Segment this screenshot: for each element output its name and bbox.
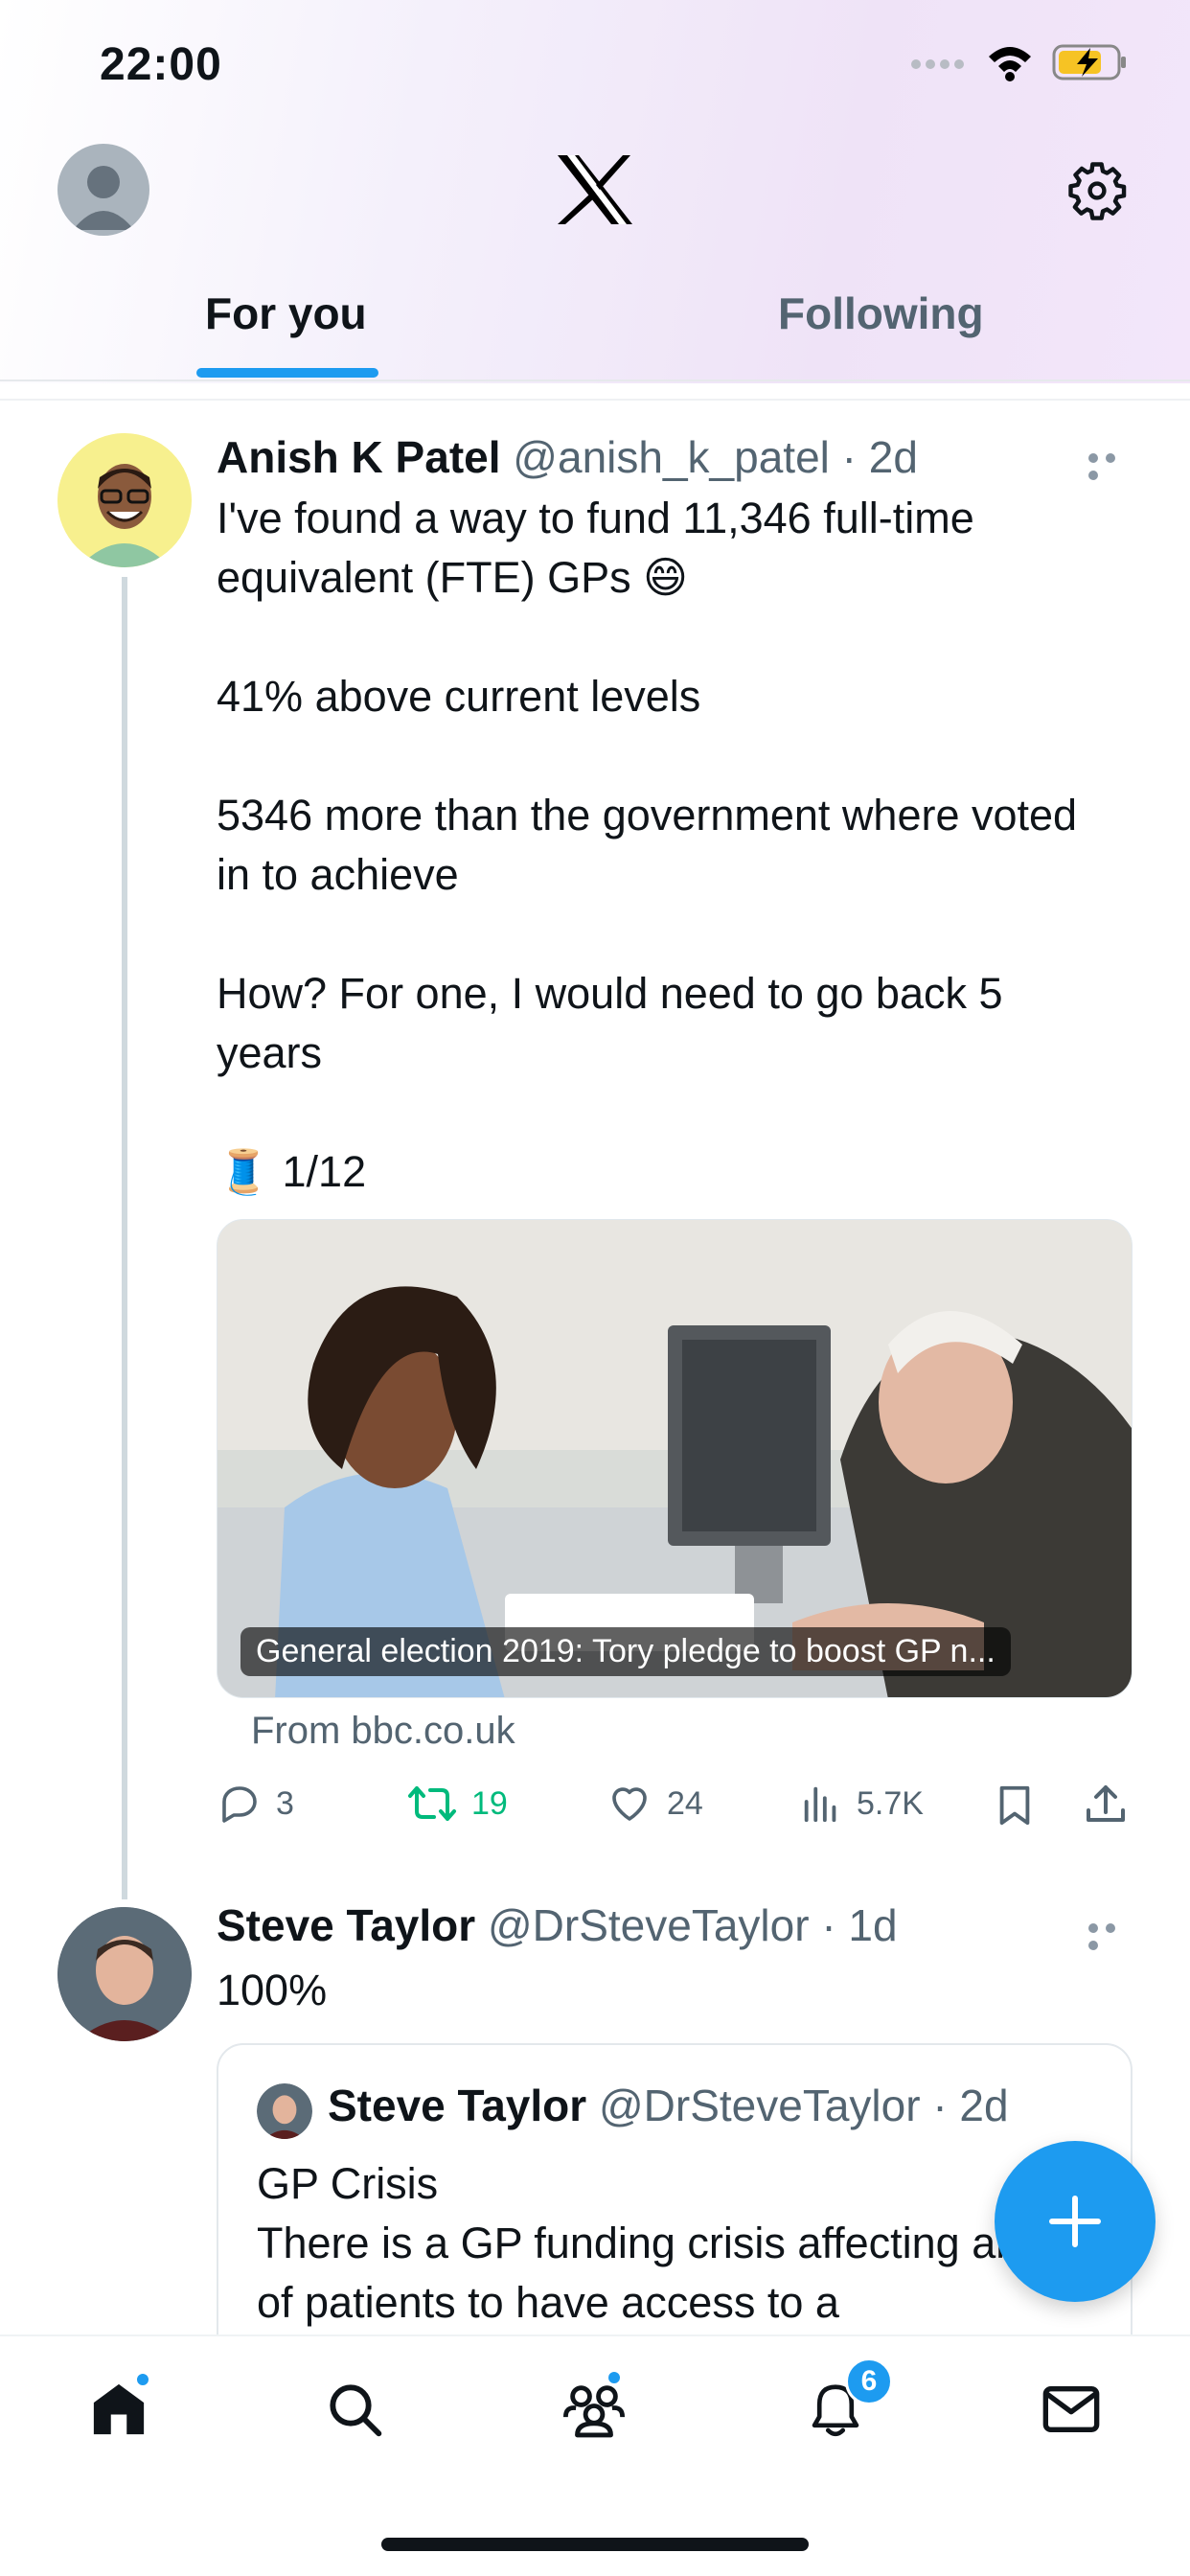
feed-divider <box>0 399 1190 401</box>
author-handle[interactable]: @anish_k_patel <box>513 432 830 482</box>
author-name[interactable]: Anish K Patel <box>217 432 501 482</box>
author-avatar[interactable] <box>57 433 192 567</box>
nav-search[interactable] <box>316 2371 393 2448</box>
nav-communities[interactable] <box>556 2369 632 2448</box>
default-avatar-icon <box>73 166 134 230</box>
more-options-icon[interactable] <box>1088 1920 1136 1950</box>
tweet-text: I've found a way to fund 11,346 full-tim… <box>217 494 1078 1196</box>
communities-icon <box>562 2385 626 2438</box>
avatar-photo-icon <box>57 433 192 567</box>
mail-icon <box>1042 2386 1100 2432</box>
avatar-photo-icon <box>57 1907 192 2041</box>
x-logo-icon[interactable] <box>556 153 634 226</box>
tweet-actions: 3 19 24 5.7K <box>217 1781 1136 1838</box>
settings-gear-icon[interactable] <box>1065 159 1129 222</box>
avatar-photo-icon <box>257 2083 312 2139</box>
tweet-text: 100% <box>217 1966 328 2014</box>
views-chart-icon <box>804 1786 836 1823</box>
compose-button[interactable] <box>995 2141 1156 2302</box>
bookmark-icon <box>999 1785 1030 1826</box>
communities-notification-dot <box>606 2369 623 2386</box>
nav-messages[interactable] <box>1033 2371 1110 2448</box>
status-icons <box>910 42 1129 82</box>
header-divider <box>0 380 1190 381</box>
tweet-timestamp: · 1d <box>821 1900 898 1950</box>
tweet-header: Steve Taylor @DrSteveTaylor · 1d <box>217 1899 898 1951</box>
like-button[interactable]: 24 <box>606 1781 703 1827</box>
heart-icon <box>612 1787 647 1821</box>
author-handle[interactable]: @DrSteveTaylor <box>488 1900 810 1950</box>
search-icon <box>330 2384 382 2437</box>
cellular-signal-icon <box>911 59 964 69</box>
like-count: 24 <box>667 1784 703 1822</box>
bookmark-button[interactable] <box>993 1781 1037 1828</box>
tweet-timestamp: · 2d <box>841 432 918 482</box>
battery-charging-icon <box>1052 44 1126 80</box>
reply-icon <box>222 1786 257 1823</box>
quoted-tweet-header: Steve Taylor @DrSteveTaylor · 2d <box>328 2080 1009 2131</box>
nav-home[interactable] <box>80 2371 157 2448</box>
views-button[interactable]: 5.7K <box>799 1781 924 1827</box>
thread-connector <box>122 577 127 1899</box>
share-icon <box>1087 1785 1125 1822</box>
card-caption: General election 2019: Tory pledge to bo… <box>240 1627 1011 1676</box>
wifi-icon <box>989 47 1031 81</box>
profile-avatar[interactable] <box>57 144 149 236</box>
views-count: 5.7K <box>857 1784 924 1822</box>
author-name[interactable]: Steve Taylor <box>217 1900 475 1950</box>
tweet-header: Anish K Patel @anish_k_patel · 2d <box>217 431 918 483</box>
reply-count: 3 <box>276 1784 294 1822</box>
more-options-icon[interactable] <box>1088 450 1136 480</box>
active-tab-indicator <box>196 368 378 378</box>
status-time: 22:00 <box>100 39 222 90</box>
quoted-author-handle: @DrSteveTaylor <box>598 2081 921 2130</box>
retweet-count: 19 <box>471 1784 508 1822</box>
home-notification-dot <box>134 2371 151 2388</box>
tab-for-you[interactable]: For you <box>205 288 367 339</box>
tab-following[interactable]: Following <box>778 288 984 339</box>
quoted-author-name: Steve Taylor <box>328 2081 587 2130</box>
quoted-author-avatar <box>257 2083 312 2139</box>
reply-button[interactable]: 3 <box>217 1781 294 1827</box>
notifications-badge: 6 <box>845 2358 893 2405</box>
quoted-tweet-timestamp: · 2d <box>932 2081 1009 2130</box>
link-preview-card[interactable]: General election 2019: Tory pledge to bo… <box>217 1219 1133 1698</box>
home-indicator <box>381 2538 809 2551</box>
plus-icon <box>1049 2196 1101 2247</box>
retweet-button[interactable]: 19 <box>406 1781 508 1827</box>
author-avatar[interactable] <box>57 1907 192 2041</box>
top-header: 22:00 For you Following <box>0 0 1190 383</box>
share-button[interactable] <box>1083 1781 1129 1828</box>
nav-notifications[interactable]: 6 <box>797 2358 893 2448</box>
retweet-icon <box>408 1786 456 1821</box>
quoted-tweet-text: GP Crisis There is a GP funding crisis a… <box>257 2159 1082 2327</box>
card-source-link[interactable]: From bbc.co.uk <box>251 1710 515 1753</box>
